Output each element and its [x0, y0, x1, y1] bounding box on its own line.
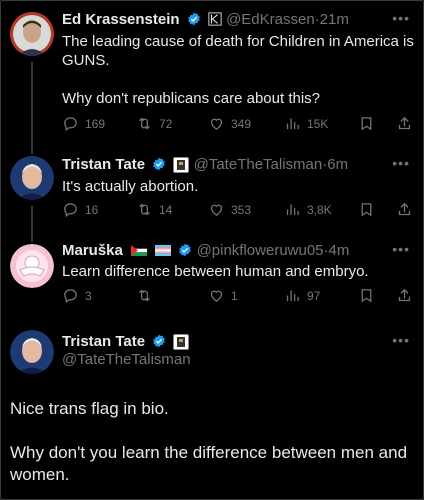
- avatar-photo: [10, 330, 54, 374]
- tweet-header: Ed Krassenstein @EdKrassen·21m: [62, 11, 349, 28]
- views-button[interactable]: 3,8K: [284, 201, 332, 218]
- retweet-icon: [139, 203, 150, 216]
- more-options-button[interactable]: •••: [392, 155, 410, 171]
- tweet-text: Nice trans flag in bio. Why don't you le…: [10, 399, 408, 484]
- retweet-icon: [139, 117, 150, 130]
- reply-button[interactable]: 169: [62, 115, 105, 132]
- like-button[interactable]: 349: [208, 115, 251, 132]
- heart-icon: [210, 290, 223, 302]
- share-button[interactable]: [396, 115, 413, 132]
- avatar-photo: [10, 12, 54, 56]
- like-button[interactable]: 1: [208, 287, 238, 304]
- handle[interactable]: @EdKrassen: [226, 11, 315, 28]
- handle[interactable]: @pinkfloweruwu05: [197, 242, 324, 259]
- retweet-button[interactable]: [136, 287, 159, 304]
- tweet-2[interactable]: Tristan Tate @TateTheTalisman·6m ••• It'…: [0, 150, 424, 238]
- avatar[interactable]: [10, 12, 54, 56]
- view-count: 97: [307, 288, 321, 303]
- reply-icon: [64, 117, 77, 132]
- more-options-button[interactable]: •••: [392, 332, 410, 348]
- verified-badge-icon: [179, 243, 192, 257]
- avatar-photo: [10, 156, 54, 200]
- retweet-button[interactable]: 72: [136, 115, 172, 132]
- handle[interactable]: @TateTheTalisman: [194, 156, 323, 173]
- bookmark-icon: [361, 117, 372, 131]
- share-icon: [398, 116, 411, 130]
- more-options-button[interactable]: •••: [392, 10, 410, 26]
- tweet-1[interactable]: Ed Krassenstein @EdKrassen·21m ••• The l…: [0, 0, 424, 150]
- views-button[interactable]: 97: [284, 287, 320, 304]
- heart-icon: [210, 204, 223, 216]
- tweet-text: Learn difference between human and embry…: [62, 263, 369, 280]
- retweet-count: 72: [159, 116, 173, 131]
- tweet-actions: 16 14 353 3,8K: [62, 201, 416, 219]
- bookmark-button[interactable]: [358, 287, 375, 304]
- tweet-header: Maruška @pinkfloweruwu05·4m: [62, 242, 350, 259]
- more-options-button[interactable]: •••: [392, 241, 410, 257]
- affiliate-badge-icon: [173, 334, 190, 350]
- timestamp[interactable]: 21m: [320, 11, 349, 28]
- verified-badge-icon: [187, 12, 200, 26]
- views-icon: [286, 290, 299, 302]
- affiliate-badge-icon: [173, 157, 190, 173]
- reply-count: 3: [85, 288, 92, 303]
- avatar[interactable]: [10, 156, 54, 200]
- retweet-icon: [139, 289, 150, 302]
- bookmark-icon: [361, 289, 372, 303]
- tweet-3[interactable]: Maruška @pinkfloweruwu05·4m ••• Learn di…: [0, 238, 424, 316]
- reply-button[interactable]: 3: [62, 287, 92, 304]
- verified-badge-icon: [153, 157, 166, 171]
- palestine-flag-icon: [131, 245, 148, 256]
- bookmark-button[interactable]: [358, 201, 375, 218]
- reply-icon: [64, 203, 77, 218]
- tweet-header: Tristan Tate @TateTheTalisman: [62, 333, 191, 369]
- handle[interactable]: @TateTheTalisman: [62, 351, 191, 369]
- tweet-actions: 169 72 349 15K: [62, 115, 416, 133]
- timestamp[interactable]: 4m: [329, 242, 350, 259]
- timestamp[interactable]: 6m: [327, 156, 348, 173]
- reply-count: 169: [85, 116, 106, 131]
- views-button[interactable]: 15K: [284, 115, 328, 132]
- heart-icon: [210, 118, 223, 130]
- share-button[interactable]: [396, 201, 413, 218]
- retweet-button[interactable]: 14: [136, 201, 172, 218]
- tweet-header: Tristan Tate @TateTheTalisman·6m: [62, 156, 349, 173]
- share-icon: [398, 288, 411, 302]
- display-name[interactable]: Ed Krassenstein: [62, 11, 180, 28]
- view-count: 3,8K: [307, 202, 332, 217]
- view-count: 15K: [307, 116, 329, 131]
- like-count: 349: [231, 116, 252, 131]
- like-count: 1: [231, 288, 238, 303]
- verified-badge-icon: [153, 334, 166, 348]
- reply-button[interactable]: 16: [62, 201, 98, 218]
- avatar[interactable]: [10, 330, 54, 374]
- display-name[interactable]: Tristan Tate: [62, 333, 145, 350]
- tweet-text: The leading cause of death for Children …: [62, 33, 414, 107]
- tweet-actions: 3 1 97: [62, 287, 416, 305]
- retweet-count: 14: [159, 202, 173, 217]
- share-icon: [398, 202, 411, 216]
- views-icon: [286, 118, 299, 130]
- bookmark-icon: [361, 203, 372, 217]
- like-button[interactable]: 353: [208, 201, 251, 218]
- bookmark-button[interactable]: [358, 115, 375, 132]
- share-button[interactable]: [396, 287, 413, 304]
- like-count: 353: [231, 202, 252, 217]
- reply-count: 16: [85, 202, 99, 217]
- avatar-photo: [10, 244, 54, 288]
- avatar[interactable]: [10, 244, 54, 288]
- display-name[interactable]: Tristan Tate: [62, 156, 145, 173]
- focused-tweet[interactable]: Tristan Tate @TateTheTalisman ••• Nice t…: [0, 316, 424, 500]
- trans-flag-icon: [155, 245, 172, 256]
- reply-icon: [64, 289, 77, 304]
- views-icon: [286, 204, 299, 216]
- x-affiliate-icon: [208, 12, 222, 26]
- tweet-text: It's actually abortion.: [62, 178, 199, 195]
- display-name[interactable]: Maruška: [62, 242, 123, 259]
